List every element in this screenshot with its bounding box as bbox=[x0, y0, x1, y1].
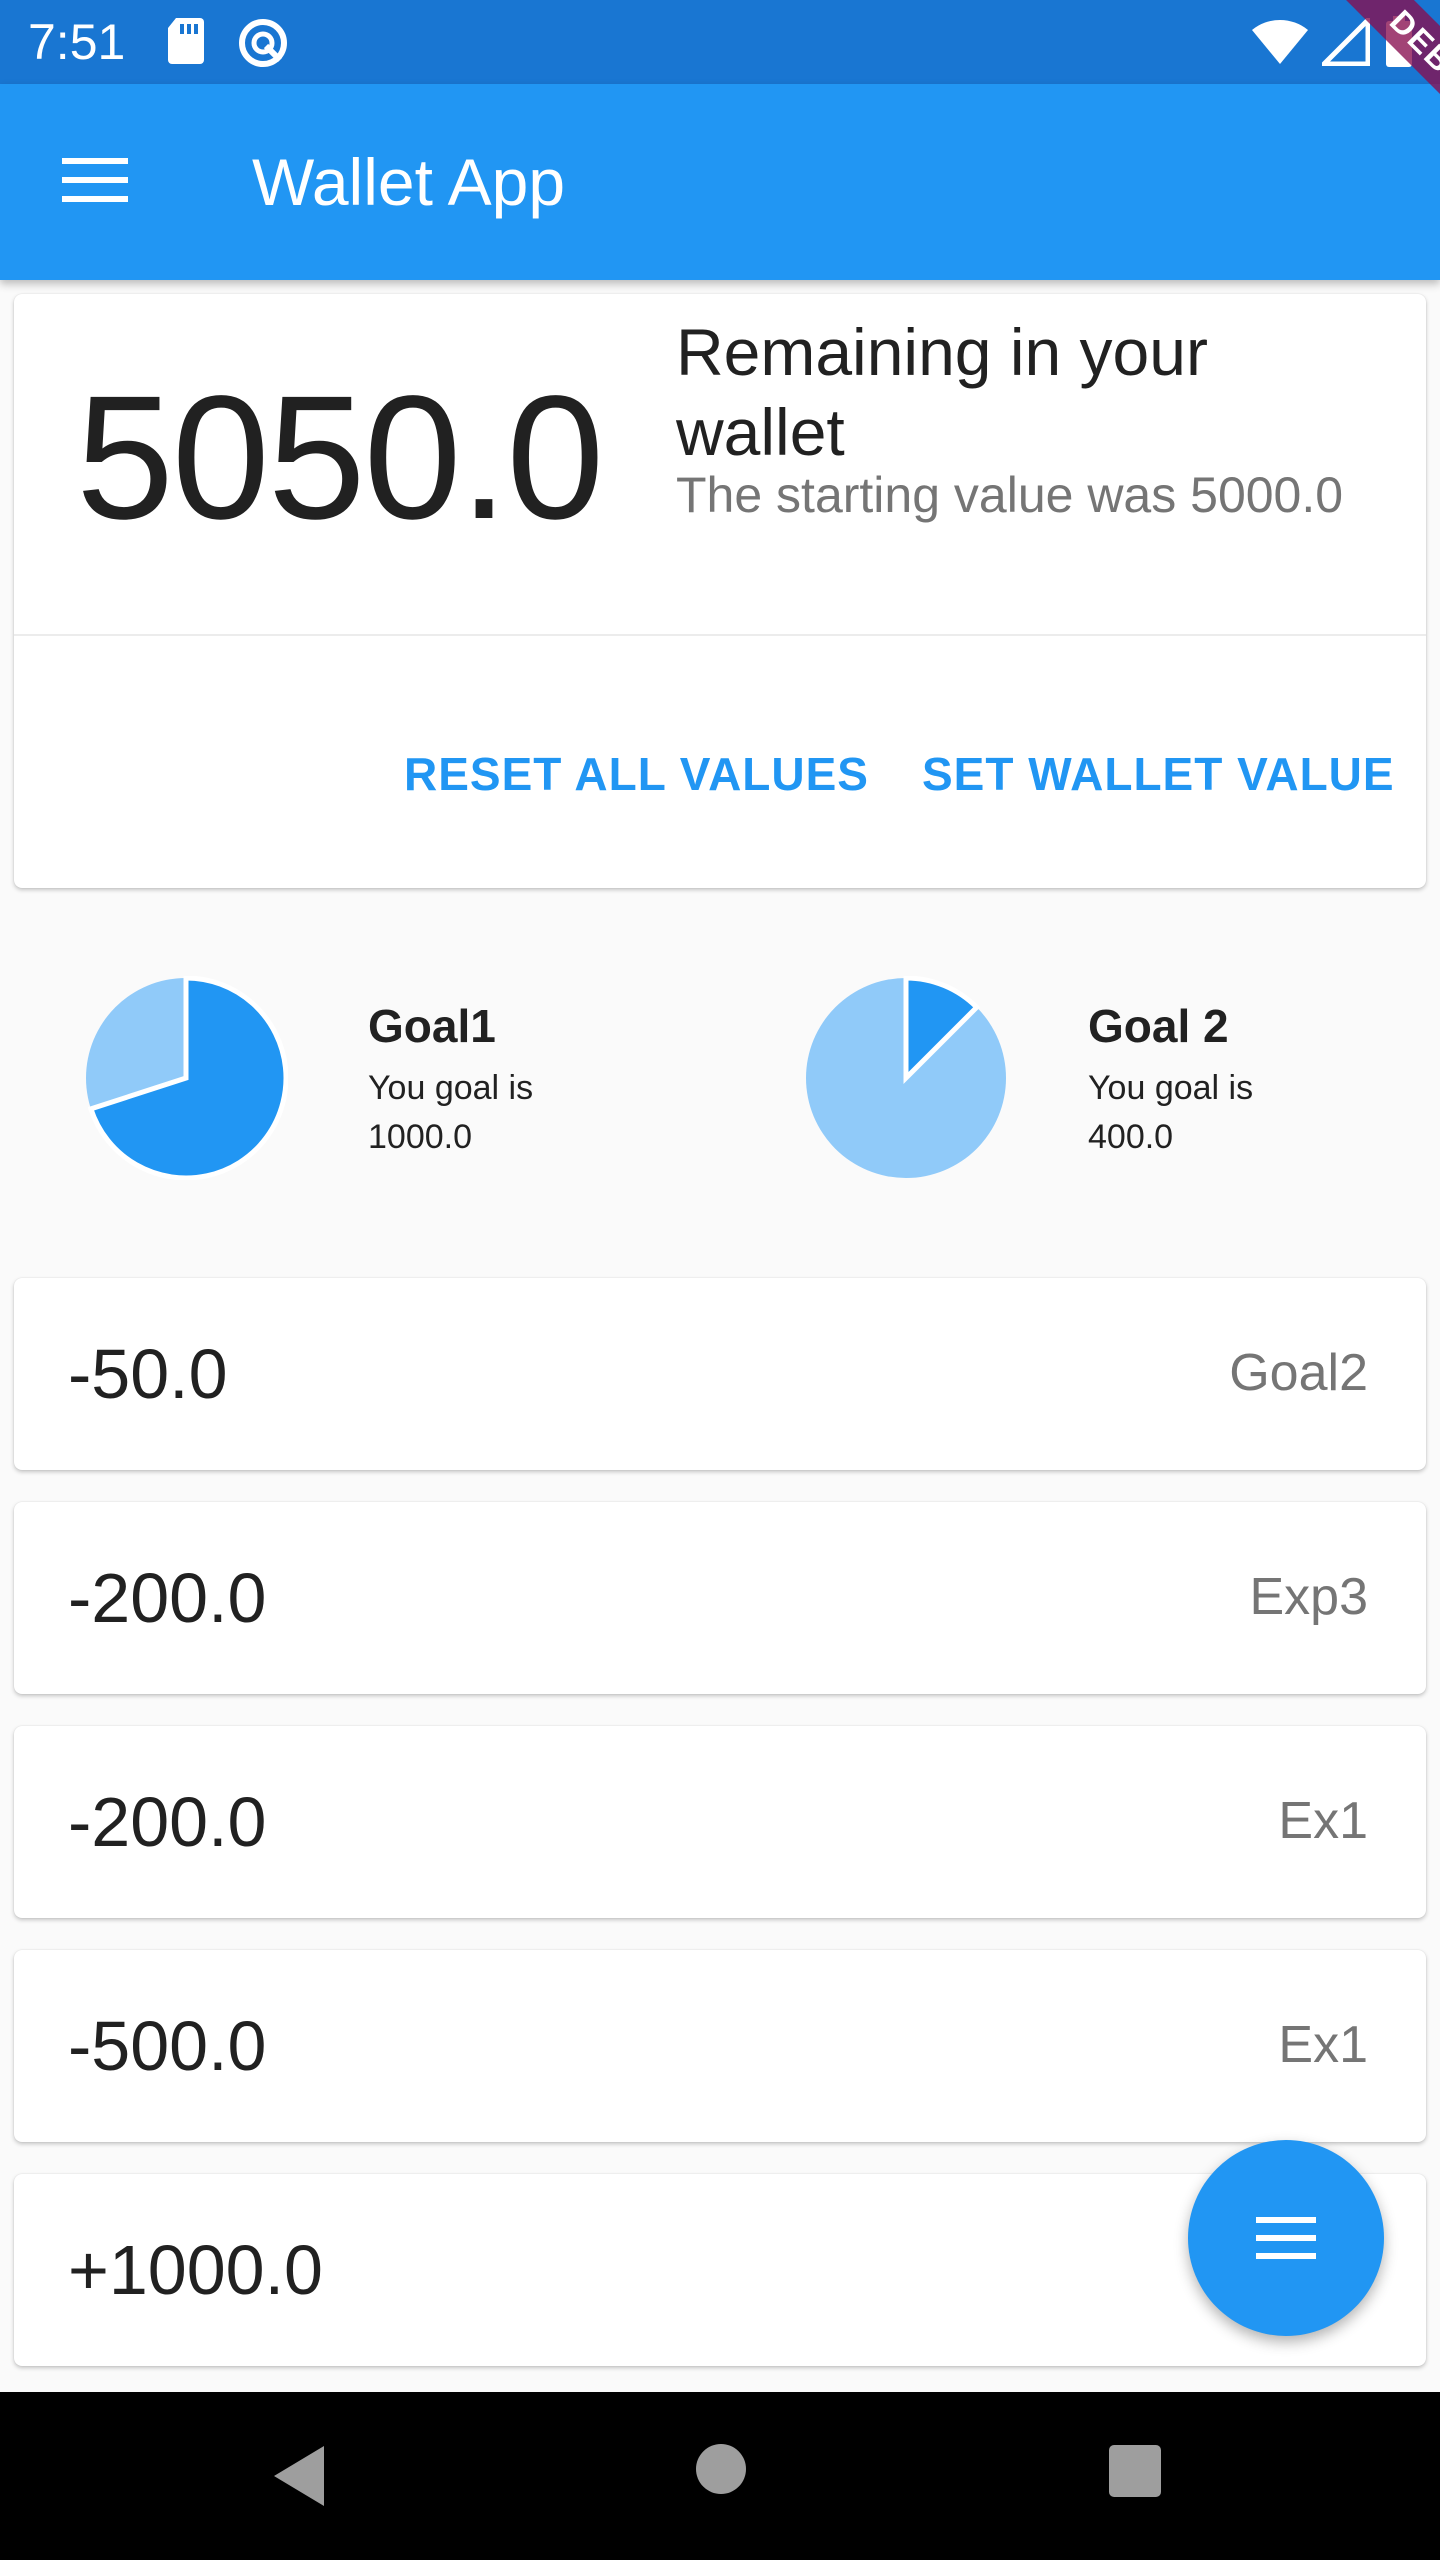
transaction-amount: -50.0 bbox=[68, 1335, 228, 1413]
reset-all-values-button[interactable]: RESET ALL VALUES bbox=[404, 734, 869, 814]
app-title: Wallet App bbox=[252, 145, 566, 219]
transaction-card[interactable]: -200.0 Ex1 bbox=[14, 1726, 1426, 1918]
battery-icon bbox=[1384, 16, 1414, 73]
back-icon[interactable] bbox=[272, 2444, 326, 2513]
transaction-card[interactable]: -200.0 Exp3 bbox=[14, 1502, 1426, 1694]
goal-name: Goal1 bbox=[368, 1000, 496, 1052]
transaction-card[interactable]: -500.0 Ex1 bbox=[14, 1950, 1426, 2142]
starting-value-text: The starting value was 5000.0 bbox=[676, 467, 1344, 523]
menu-fab-button[interactable] bbox=[1188, 2140, 1384, 2336]
card-divider bbox=[14, 634, 1426, 636]
wifi-icon bbox=[1250, 18, 1310, 71]
transaction-amount: -200.0 bbox=[68, 1559, 267, 1637]
goal-name: Goal 2 bbox=[1088, 1000, 1229, 1052]
transaction-label: Ex1 bbox=[1278, 2016, 1368, 2074]
status-bar: 7:51 bbox=[0, 0, 1440, 84]
cell-signal-icon bbox=[1317, 13, 1371, 71]
recents-icon[interactable] bbox=[1108, 2444, 1162, 2503]
goal-progress-pie bbox=[86, 976, 288, 1180]
transaction-amount: -200.0 bbox=[68, 1783, 267, 1861]
wallet-card: 5050.0 Remaining in your wallet The star… bbox=[14, 294, 1426, 888]
status-time: 7:51 bbox=[28, 14, 126, 70]
home-icon[interactable] bbox=[694, 2442, 748, 2501]
transaction-label: Ex1 bbox=[1278, 1792, 1368, 1850]
menu-icon bbox=[1256, 2216, 1316, 2265]
goal-item[interactable]: Goal1 You goal is 1000.0 bbox=[84, 976, 724, 1186]
app-bar: Wallet App bbox=[0, 84, 1440, 280]
goal-item[interactable]: Goal 2 You goal is 400.0 bbox=[804, 976, 1404, 1186]
sd-card-icon bbox=[166, 16, 206, 71]
transaction-label: Exp3 bbox=[1249, 1568, 1368, 1626]
goal-description: You goal is 400.0 bbox=[1088, 1069, 1254, 1156]
data-saver-icon bbox=[236, 16, 290, 75]
goal-progress-pie bbox=[806, 976, 1006, 1178]
goal-description: You goal is 1000.0 bbox=[368, 1069, 534, 1156]
transaction-label: Goal2 bbox=[1229, 1344, 1368, 1402]
system-nav-bar bbox=[0, 2392, 1440, 2560]
transaction-amount: +1000.0 bbox=[68, 2231, 323, 2309]
transaction-amount: -500.0 bbox=[68, 2007, 267, 2085]
menu-icon[interactable] bbox=[62, 156, 128, 209]
remaining-label: Remaining in your wallet bbox=[676, 315, 1208, 469]
balance-value: 5050.0 bbox=[76, 360, 604, 556]
transaction-card[interactable]: -50.0 Goal2 bbox=[14, 1278, 1426, 1470]
set-wallet-value-button[interactable]: SET WALLET VALUE bbox=[922, 734, 1395, 814]
